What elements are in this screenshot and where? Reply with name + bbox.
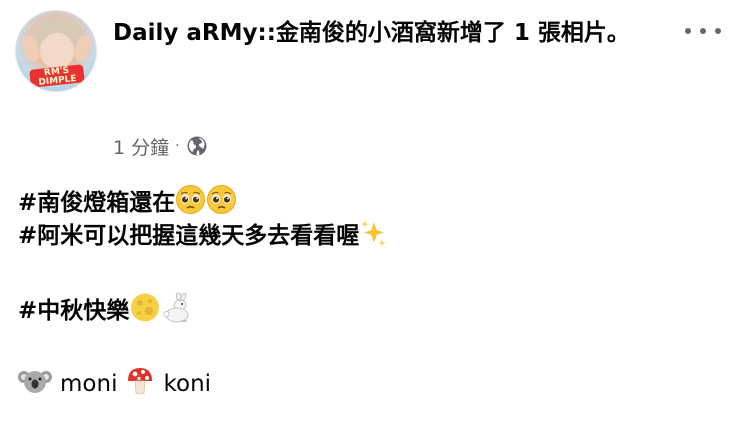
globe-icon[interactable] <box>186 135 208 157</box>
post-line-3: #中秋快樂 <box>18 292 718 326</box>
rabbit-emoji <box>163 292 189 323</box>
hashtag-mid-autumn[interactable]: #中秋快樂 <box>18 298 129 324</box>
more-dot <box>715 28 721 34</box>
post-header: Daily aRMy::金南俊的小酒窩新增了 1 張相片。 <box>113 18 673 48</box>
post-line-4: moni koni <box>18 366 718 400</box>
mention-moni[interactable]: moni <box>60 371 117 397</box>
post-line-1: #南俊燈箱還在 <box>18 184 718 218</box>
avatar-logo-sticker: RM'S DIMPLE <box>29 64 85 88</box>
mushroom-emoji <box>128 368 153 395</box>
author-name[interactable]: Daily aRMy:: <box>113 20 276 46</box>
post-action-text: 金南俊的小酒窩新增了 1 張相片。 <box>275 20 630 46</box>
koala-emoji <box>18 371 52 393</box>
post-line-2: #阿米可以把握這幾天多去看看喔 <box>18 218 718 252</box>
facebook-post: RM'S DIMPLE Daily aRMy::金南俊的小酒窩新增了 1 張相片。… <box>0 0 736 439</box>
hashtag-lightbox[interactable]: #南俊燈箱還在 <box>18 190 175 216</box>
meta-separator: · <box>175 138 180 154</box>
full-moon-emoji <box>131 293 160 322</box>
avatar-face <box>40 33 74 69</box>
mention-koni[interactable]: koni <box>164 371 212 397</box>
post-meta: 1 分鐘 · <box>113 132 208 160</box>
hashtag-army-visit[interactable]: #阿米可以把握這幾天多去看看喔 <box>18 223 359 249</box>
sparkles-emoji <box>361 220 387 247</box>
pleading-face-emoji <box>176 185 206 214</box>
more-dot <box>700 28 706 34</box>
timestamp[interactable]: 1 分鐘 <box>113 133 169 160</box>
pleading-face-emoji <box>207 185 237 214</box>
avatar[interactable]: RM'S DIMPLE <box>15 10 97 92</box>
post-body: #南俊燈箱還在 #阿米可以把握這幾天多去看看喔 #中秋快樂 moni koni <box>18 184 718 400</box>
more-options-icon[interactable] <box>685 24 721 38</box>
more-dot <box>685 28 691 34</box>
